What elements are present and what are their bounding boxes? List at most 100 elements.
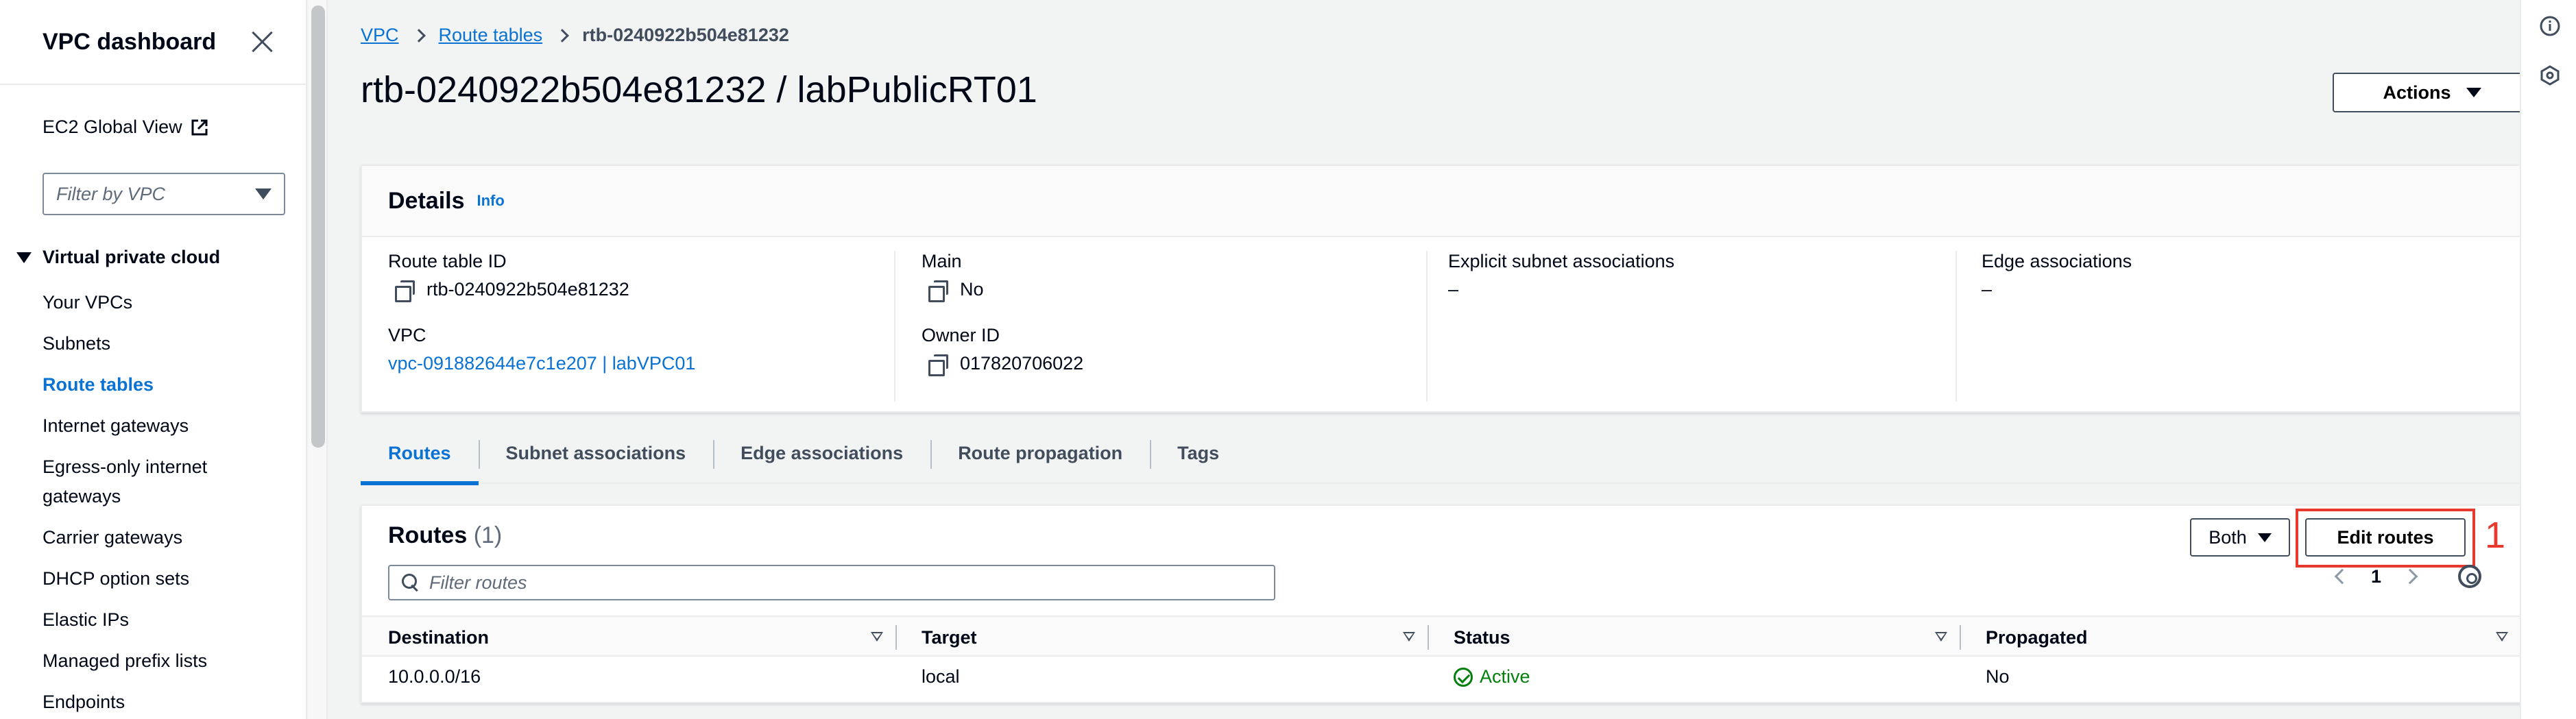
ec2-global-view-link[interactable]: EC2 Global View xyxy=(43,117,208,138)
owner-id-label: Owner ID xyxy=(922,325,1000,345)
sidebar-item-elastic-ips[interactable]: Elastic IPs xyxy=(43,605,241,635)
column-divider xyxy=(1960,625,1961,650)
chevron-right-icon xyxy=(411,28,426,42)
info-link[interactable]: Info xyxy=(477,192,505,210)
routes-count: (1) xyxy=(473,522,503,548)
explicit-subnet-value: – xyxy=(1448,279,1459,300)
main-value: No xyxy=(922,279,1425,302)
chevron-left-icon[interactable] xyxy=(2334,568,2350,585)
sort-caret-icon[interactable] xyxy=(871,632,883,642)
actions-label: Actions xyxy=(2383,82,2451,103)
annotation-step-number: 1 xyxy=(2485,515,2506,556)
details-panel: Details Info Route table ID rtb-0240922b… xyxy=(361,164,2531,413)
cell-status: Active xyxy=(1454,666,1530,687)
sidebar-item-endpoints[interactable]: Endpoints xyxy=(43,687,241,717)
info-icon[interactable] xyxy=(2539,15,2561,37)
sidebar-item-subnets[interactable]: Subnets xyxy=(43,329,241,358)
close-icon[interactable] xyxy=(248,28,276,56)
vpc-link[interactable]: vpc-091882644e7c1e207 | labVPC01 xyxy=(388,353,875,374)
tab-routes[interactable]: Routes xyxy=(361,436,479,485)
ec2-global-view-label: EC2 Global View xyxy=(43,117,182,137)
details-column-3: Explicit subnet associations – xyxy=(1426,251,1954,402)
status-text: Active xyxy=(1480,666,1530,687)
details-column-1: Route table ID rtb-0240922b504e81232 VPC… xyxy=(388,251,875,402)
gear-icon[interactable] xyxy=(2458,565,2482,588)
sort-caret-icon[interactable] xyxy=(1935,632,1947,642)
column-header-label: Propagated xyxy=(1986,626,2088,648)
route-filter-value: Both xyxy=(2208,526,2247,548)
copy-icon[interactable] xyxy=(928,280,948,302)
filter-routes-input[interactable]: Filter routes xyxy=(388,565,1275,600)
pagination: 1 xyxy=(2334,565,2482,588)
chevron-right-icon[interactable] xyxy=(2402,568,2418,585)
tab-edge-associations[interactable]: Edge associations xyxy=(713,436,930,484)
routes-table-header: Destination Target Status Propagated xyxy=(362,616,2530,657)
caret-down-icon xyxy=(2257,533,2272,542)
sidebar-item-internet-gateways[interactable]: Internet gateways xyxy=(43,411,241,441)
filter-by-vpc-select[interactable]: Filter by VPC xyxy=(43,173,285,215)
chevron-right-icon xyxy=(555,28,570,42)
column-divider xyxy=(895,625,897,650)
column-header-propagated[interactable]: Propagated xyxy=(1986,617,2520,658)
page-title: rtb-0240922b504e81232 / labPublicRT01 xyxy=(361,69,1037,110)
main-content: VPC Route tables rtb-0240922b504e81232 r… xyxy=(328,0,2531,719)
column-header-target[interactable]: Target xyxy=(922,617,1428,658)
details-column-4: Edge associations – xyxy=(1955,251,2531,402)
column-header-label: Status xyxy=(1454,626,1510,648)
tab-tags[interactable]: Tags xyxy=(1150,436,1247,484)
cell-propagated: No xyxy=(1986,666,2010,687)
tab-route-propagation[interactable]: Route propagation xyxy=(930,436,1150,484)
sort-caret-icon[interactable] xyxy=(2496,632,2508,642)
edge-associations-value: – xyxy=(1982,279,1993,300)
expand-caret-icon xyxy=(16,252,32,263)
sidebar-scrollbar[interactable] xyxy=(311,5,325,448)
section-title: Virtual private cloud xyxy=(43,247,221,267)
route-table-id-label: Route table ID xyxy=(388,251,507,271)
sidebar-item-egress-only-internet-gateways[interactable]: Egress-only internet gateways xyxy=(43,452,241,511)
copy-icon[interactable] xyxy=(395,280,415,302)
details-header: Details Info xyxy=(362,166,2530,237)
details-column-2: Main No Owner ID 017820706022 xyxy=(894,251,1425,402)
routes-panel: Routes (1) Both Edit routes 1 Filter rou… xyxy=(361,504,2531,703)
caret-down-icon xyxy=(2466,88,2481,97)
main-label: Main xyxy=(922,251,962,271)
sidebar-item-carrier-gateways[interactable]: Carrier gateways xyxy=(43,523,241,552)
tab-subnet-associations[interactable]: Subnet associations xyxy=(478,436,714,484)
route-filter-select[interactable]: Both xyxy=(2190,518,2290,557)
routes-title-text: Routes xyxy=(388,522,468,548)
section-virtual-private-cloud[interactable]: Virtual private cloud xyxy=(16,247,220,268)
filter-routes-placeholder: Filter routes xyxy=(429,572,527,593)
sidebar-item-route-tables[interactable]: Route tables xyxy=(43,370,241,400)
routes-title: Routes (1) xyxy=(388,522,502,549)
tab-list: Routes Subnet associations Edge associat… xyxy=(361,436,2531,485)
page-number[interactable]: 1 xyxy=(2371,566,2381,587)
breadcrumb-route-tables[interactable]: Route tables xyxy=(439,25,543,46)
settings-hexagon-icon[interactable] xyxy=(2539,64,2561,86)
search-icon xyxy=(402,574,420,592)
sidebar-item-your-vpcs[interactable]: Your VPCs xyxy=(43,288,241,317)
details-grid: Route table ID rtb-0240922b504e81232 VPC… xyxy=(362,237,2530,413)
column-header-status[interactable]: Status xyxy=(1454,617,1960,658)
edit-routes-button[interactable]: Edit routes xyxy=(2305,518,2466,557)
cell-destination: 10.0.0.0/16 xyxy=(388,666,481,687)
sidebar-header: VPC dashboard xyxy=(0,0,306,85)
copy-icon[interactable] xyxy=(928,354,948,376)
actions-button[interactable]: Actions xyxy=(2333,73,2531,112)
explicit-subnet-label: Explicit subnet associations xyxy=(1448,251,1675,271)
column-header-destination[interactable]: Destination xyxy=(388,617,895,658)
sort-caret-icon[interactable] xyxy=(1403,632,1415,642)
column-header-label: Target xyxy=(922,626,977,648)
sidebar-item-dhcp-option-sets[interactable]: DHCP option sets xyxy=(43,564,241,594)
status-success-icon xyxy=(1454,667,1473,687)
owner-id-value: 017820706022 xyxy=(922,353,1425,376)
main-value-text: No xyxy=(960,279,984,300)
route-table-id-text: rtb-0240922b504e81232 xyxy=(426,279,629,300)
filter-by-vpc-placeholder: Filter by VPC xyxy=(56,183,166,204)
vpc-label: VPC xyxy=(388,325,426,345)
sidebar-title[interactable]: VPC dashboard xyxy=(43,29,216,56)
column-divider xyxy=(1428,625,1429,650)
sidebar-item-managed-prefix-lists[interactable]: Managed prefix lists xyxy=(43,646,241,676)
external-link-icon xyxy=(191,119,208,135)
breadcrumb-vpc[interactable]: VPC xyxy=(361,25,399,46)
right-tools-rail xyxy=(2520,0,2576,719)
